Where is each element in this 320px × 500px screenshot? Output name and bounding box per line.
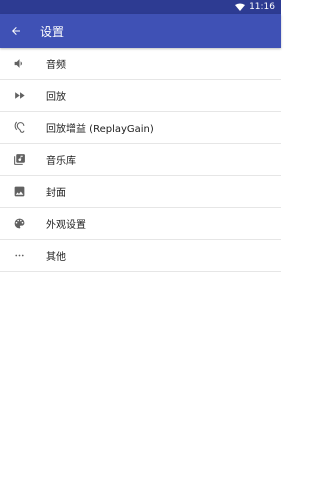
settings-item-label: 音乐库 — [46, 156, 76, 167]
palette-icon — [12, 217, 26, 231]
arrow-back-icon — [12, 27, 20, 35]
more-horiz-icon — [12, 249, 26, 263]
wifi-icon — [235, 3, 246, 11]
fast-forward-icon — [12, 89, 26, 103]
library-music-icon — [12, 153, 26, 167]
settings-item-label: 外观设置 — [46, 220, 86, 231]
status-time: 11:16 — [249, 2, 275, 12]
back-button[interactable] — [0, 14, 32, 48]
status-bar: 11:16 — [0, 0, 281, 14]
ear-icon — [12, 121, 26, 135]
settings-item-label: 音频 — [46, 60, 66, 71]
settings-item-other[interactable]: 其他 — [0, 240, 281, 272]
app-toolbar: 设置 — [0, 14, 281, 48]
volume-icon — [12, 57, 26, 71]
settings-item-audio[interactable]: 音频 — [0, 48, 281, 80]
image-icon — [12, 185, 26, 199]
settings-item-label: 封面 — [46, 188, 66, 199]
settings-item-label: 回放增益 (ReplayGain) — [46, 124, 154, 135]
settings-item-cover[interactable]: 封面 — [0, 176, 281, 208]
settings-item-appearance[interactable]: 外观设置 — [0, 208, 281, 240]
settings-item-library[interactable]: 音乐库 — [0, 144, 281, 176]
page-title: 设置 — [40, 24, 65, 39]
settings-item-playback[interactable]: 回放 — [0, 80, 281, 112]
settings-list: 音频 回放 回放增益 (ReplayGain) 音乐库 封面 外观设置 其他 — [0, 48, 281, 272]
settings-item-replaygain[interactable]: 回放增益 (ReplayGain) — [0, 112, 281, 144]
settings-item-label: 其他 — [46, 252, 66, 263]
settings-item-label: 回放 — [46, 92, 66, 103]
